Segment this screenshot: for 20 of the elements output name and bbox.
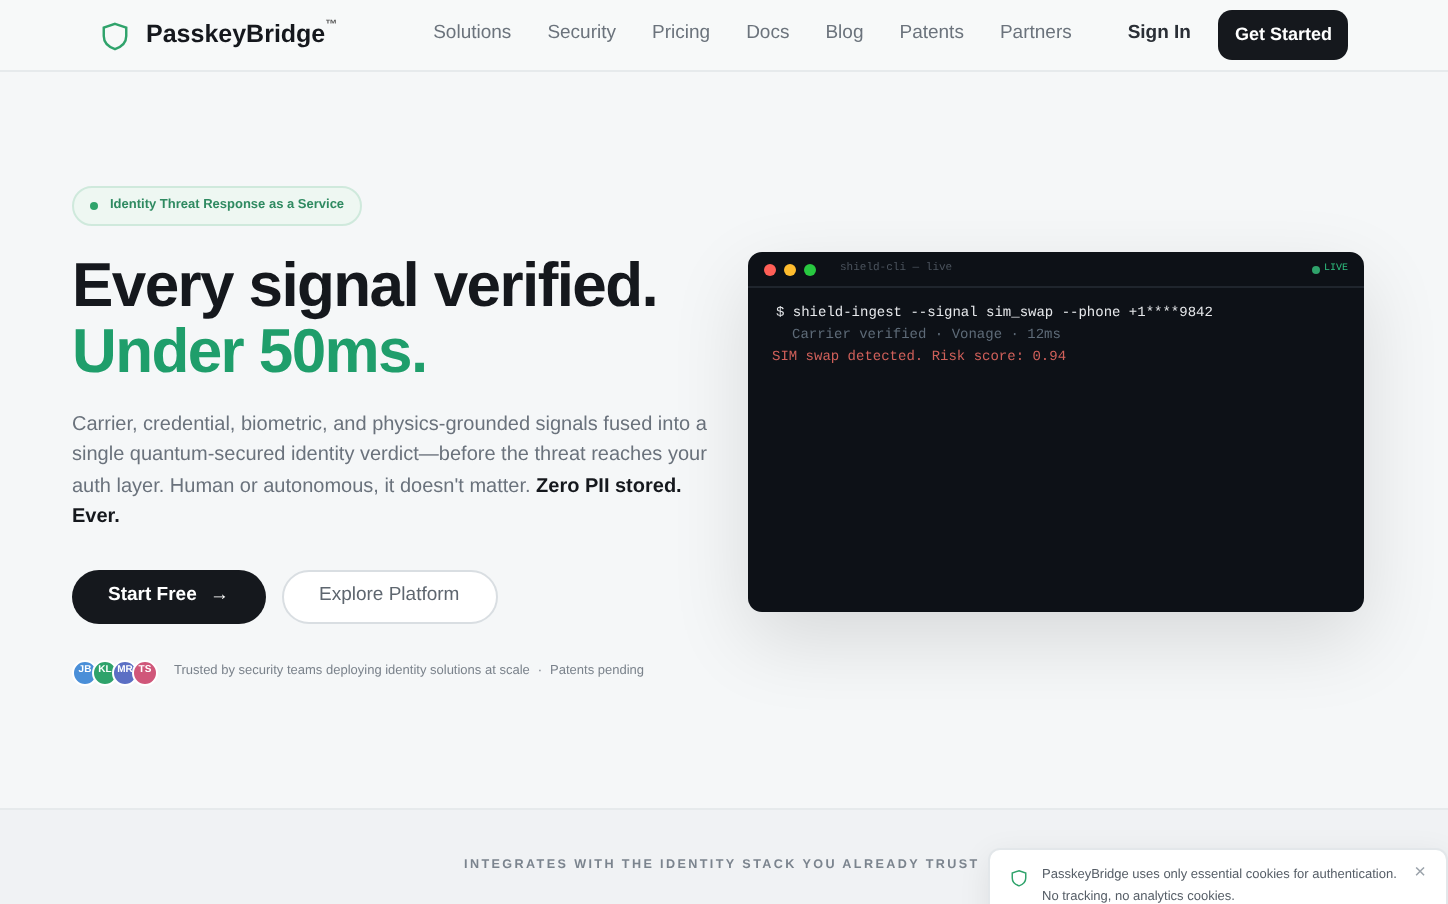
get-started-button[interactable]: Get Started xyxy=(1218,9,1348,61)
headline: Every signal verified. xyxy=(72,253,660,320)
close-dot[interactable] xyxy=(764,263,776,275)
maximize-dot[interactable] xyxy=(804,263,816,275)
explore-platform-button[interactable]: Explore Platform xyxy=(281,569,498,624)
nav-link[interactable]: Docs xyxy=(746,20,790,50)
close-button[interactable]: × xyxy=(1414,864,1426,884)
hero-description: Carrier, credential, biometric, and physics-grounded signals fused into a single quantum-secured identity verdict—before the threat reaches your auth layer. Human or autonomous, it doesn't matter. Zero PII stored. Ever. xyxy=(72,411,708,533)
minimize-dot[interactable] xyxy=(784,263,796,275)
start-free-button[interactable]: Start Free → xyxy=(72,569,265,624)
shield-icon xyxy=(1010,864,1028,888)
nav-link[interactable]: Pricing xyxy=(652,20,711,50)
headline-accent: Under 50ms. xyxy=(72,319,429,386)
sign-in-link[interactable]: Sign In xyxy=(1127,20,1191,50)
nav-link[interactable]: Solutions xyxy=(433,20,512,50)
nav-link[interactable]: Blog xyxy=(825,20,864,50)
shield-icon xyxy=(100,19,130,51)
nav-link[interactable]: Partners xyxy=(999,20,1072,50)
nav-link[interactable]: Security xyxy=(547,20,617,50)
nav-link[interactable]: Patents xyxy=(899,20,964,50)
